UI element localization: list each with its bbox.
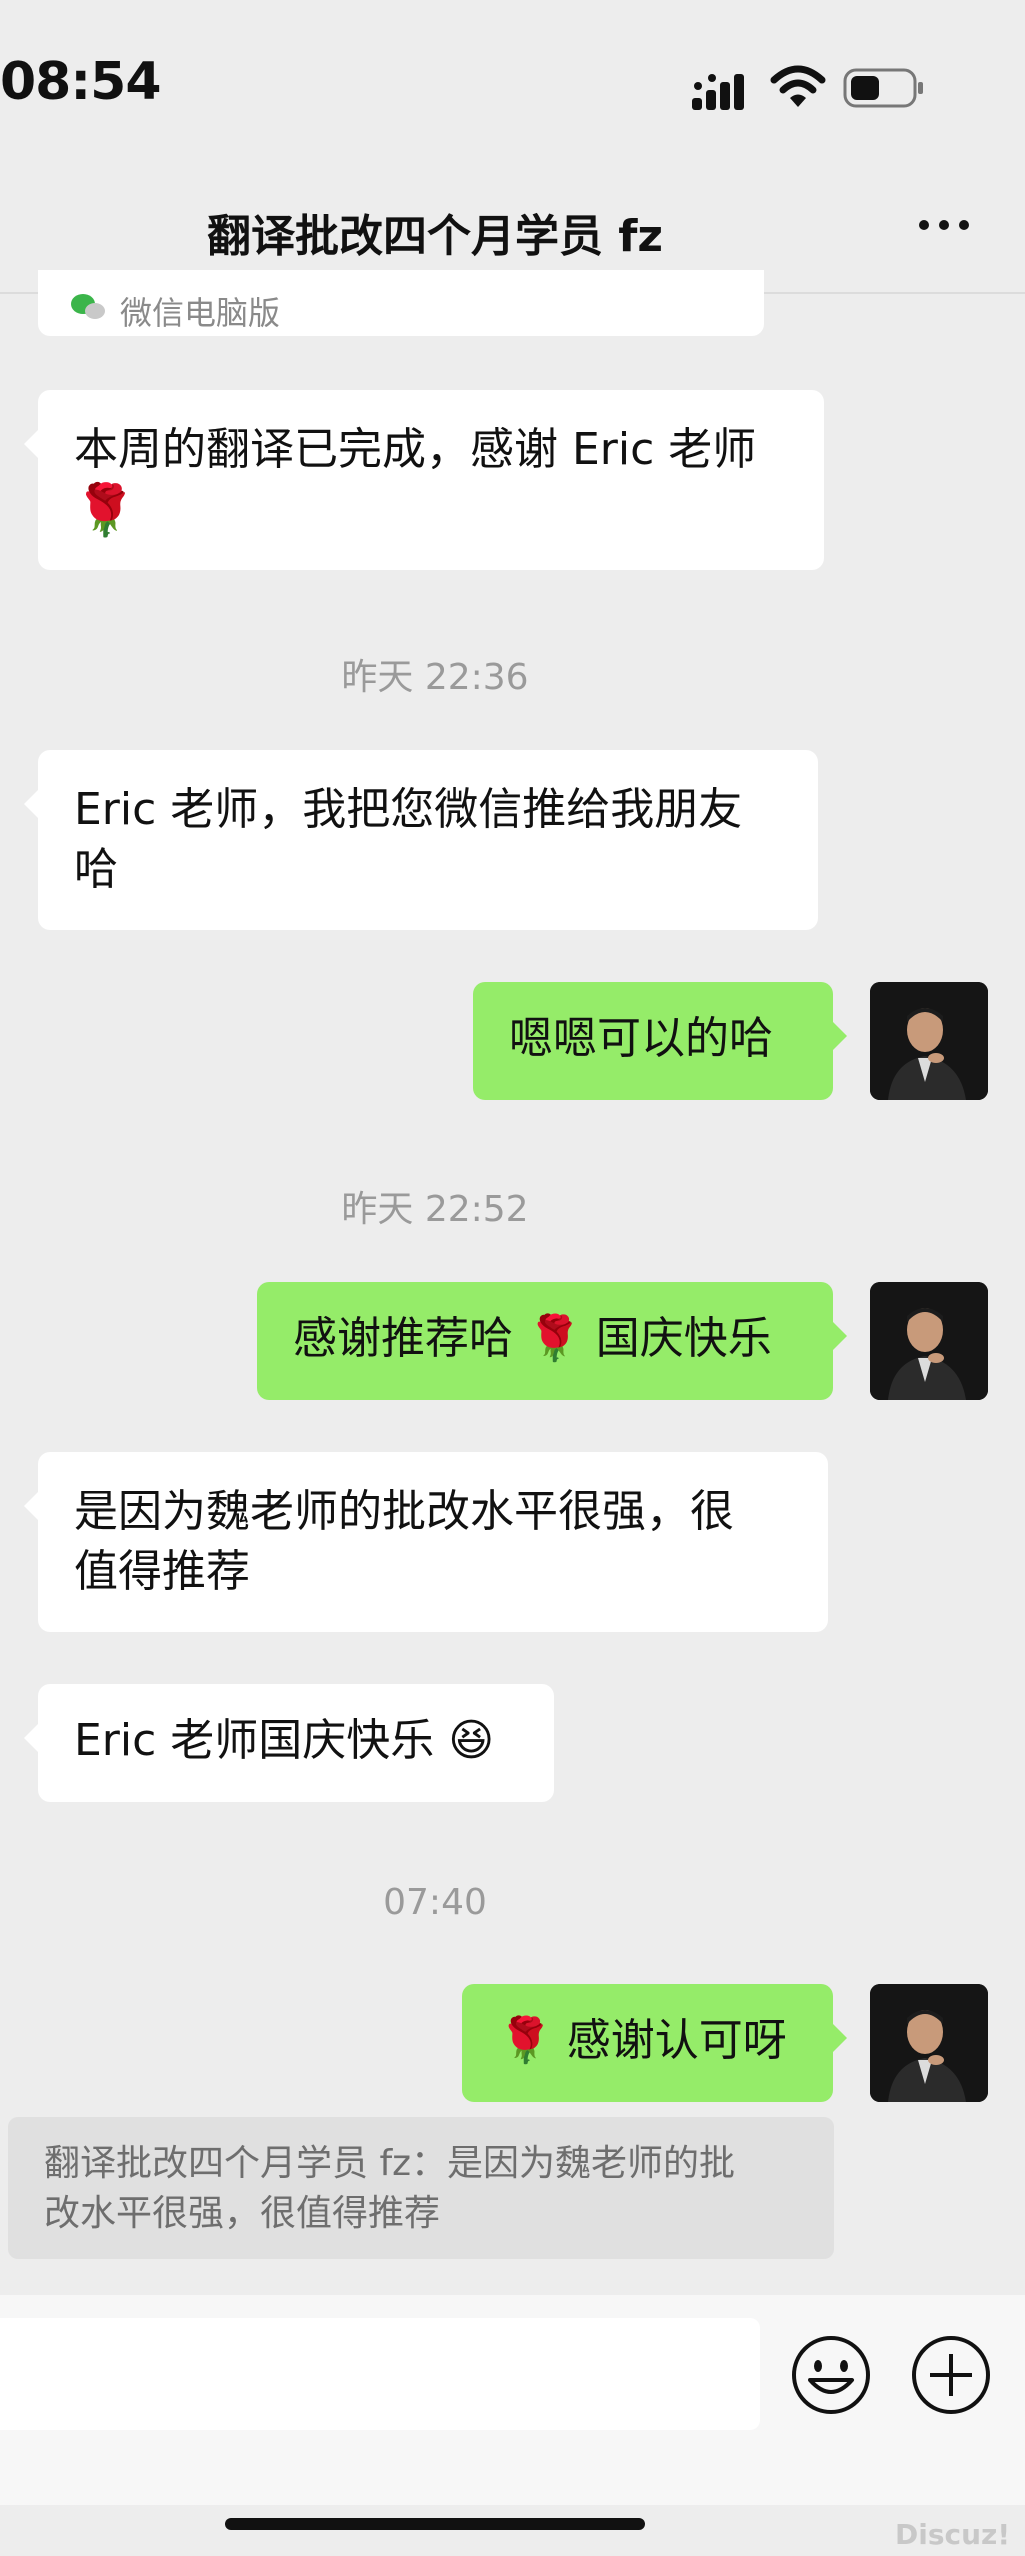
quote-line-2: 改水平很强，很值得推荐 xyxy=(44,2193,441,2234)
status-time: 08:54 xyxy=(0,52,162,112)
message-text: 本周的翻译已完成，感谢 Eric 老师 xyxy=(74,424,757,475)
portrait-icon xyxy=(870,1282,988,1400)
rose-emoji: 🌹 xyxy=(498,2015,553,2066)
message-text: 感谢推荐哈 xyxy=(293,1313,513,1364)
more-icon[interactable] xyxy=(914,190,974,260)
quoted-message[interactable]: 翻译批改四个月学员 fz：是因为魏老师的批 改水平很强，很值得推荐 xyxy=(8,2117,834,2259)
message-text: 感谢认可呀 xyxy=(566,2015,787,2066)
message-input[interactable] xyxy=(0,2318,760,2430)
message-bubble[interactable]: 本周的翻译已完成，感谢 Eric 老师 🌹 xyxy=(24,390,824,570)
message-bubble[interactable]: Eric 老师，我把您微信推给我朋友 哈 xyxy=(24,750,818,930)
my-avatar[interactable] xyxy=(870,1282,988,1400)
message-bubble[interactable]: Eric 老师国庆快乐 😆 xyxy=(24,1684,554,1802)
message-bubble-sent[interactable]: 嗯嗯可以的哈 xyxy=(473,982,847,1100)
battery-icon xyxy=(843,68,923,108)
message-text-line2: 值得推荐 xyxy=(74,1546,250,1597)
wifi-icon xyxy=(770,65,826,107)
message-text: Eric 老师国庆快乐 xyxy=(74,1715,435,1766)
wechat-pc-card[interactable]: 微信电脑版 xyxy=(38,270,764,336)
portrait-icon xyxy=(870,1984,988,2102)
message-text: 是因为魏老师的批改水平很强，很 xyxy=(74,1486,734,1537)
home-indicator[interactable] xyxy=(225,2518,645,2530)
rose-emoji: 🌹 xyxy=(527,1313,582,1364)
message-text: Eric 老师，我把您微信推给我朋友 xyxy=(74,784,743,835)
plus-icon[interactable] xyxy=(910,2334,992,2416)
timestamp: 昨天 22:36 xyxy=(341,657,529,698)
message-bubble-sent[interactable]: 🌹 感谢认可呀 xyxy=(462,1984,847,2102)
card-source-label: 微信电脑版 xyxy=(120,294,281,332)
rose-emoji: 🌹 xyxy=(74,481,137,539)
message-text-line2: 哈 xyxy=(74,844,118,895)
timestamp: 昨天 22:52 xyxy=(341,1189,529,1230)
cellular-signal-icon xyxy=(692,74,744,110)
watermark: Discuz! xyxy=(895,2518,1011,2551)
my-avatar[interactable] xyxy=(870,982,988,1100)
wechat-icon xyxy=(71,294,105,319)
message-text: 嗯嗯可以的哈 xyxy=(509,1013,773,1064)
message-bubble[interactable]: 是因为魏老师的批改水平很强，很 值得推荐 xyxy=(24,1452,828,1632)
message-text-2: 国庆快乐 xyxy=(595,1313,772,1364)
chat-title: 翻译批改四个月学员 fz xyxy=(206,211,664,262)
quote-line-1: 翻译批改四个月学员 fz：是因为魏老师的批 xyxy=(44,2143,736,2184)
message-bubble-sent[interactable]: 感谢推荐哈 🌹 国庆快乐 xyxy=(257,1282,847,1400)
timestamp: 07:40 xyxy=(383,1882,487,1923)
portrait-icon xyxy=(870,982,988,1100)
laughing-emoji: 😆 xyxy=(448,1715,495,1766)
emoji-icon[interactable] xyxy=(790,2334,872,2416)
my-avatar[interactable] xyxy=(870,1984,988,2102)
